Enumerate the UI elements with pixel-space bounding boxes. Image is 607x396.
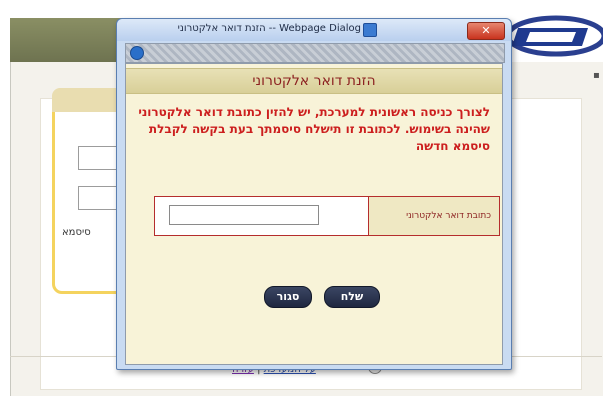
ie-window-icon	[363, 23, 377, 37]
address-bar	[125, 43, 505, 63]
dialog-body: הזנת דואר אלקטרוני לצורך כניסה ראשונית ל…	[125, 63, 503, 365]
email-label: כתובת דואר אלקטרוני	[368, 197, 499, 235]
email-input[interactable]	[169, 205, 319, 225]
email-dialog: הזנת דואר אלקטרוני -- Webpage Dialog ✕ ה…	[116, 18, 512, 370]
dialog-header: הזנת דואר אלקטרוני	[126, 68, 502, 94]
ie-page-icon	[130, 46, 144, 60]
page-marker: ▪	[593, 70, 600, 81]
close-button[interactable]: סגור	[264, 286, 312, 308]
dialog-titlebar: הזנת דואר אלקטרוני -- Webpage Dialog ✕	[117, 19, 511, 41]
password-label: סיסמא	[62, 227, 91, 238]
dialog-close-button[interactable]: ✕	[467, 22, 505, 40]
instruction-message: לצורך כניסה ראשונית למערכת, יש להזין כתו…	[138, 105, 490, 153]
dialog-title: הזנת דואר אלקטרוני -- Webpage Dialog	[177, 23, 361, 34]
send-button[interactable]: שלח	[324, 286, 380, 308]
email-form: כתובת דואר אלקטרוני	[154, 196, 500, 236]
